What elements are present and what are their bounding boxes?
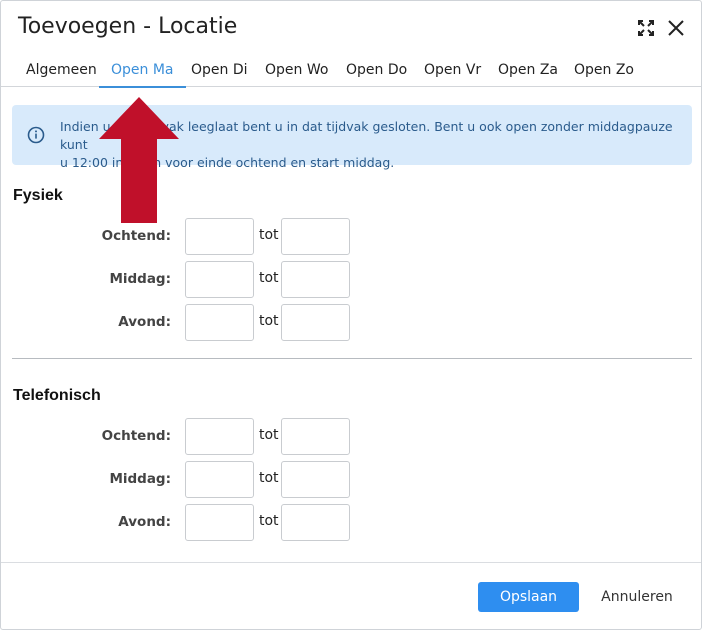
telefonisch-middag-to-input[interactable] <box>281 461 350 498</box>
fysiek-avond-tot: tot <box>259 313 279 329</box>
fysiek-ochtend-label: Ochtend: <box>101 228 171 244</box>
fysiek-middag-from-input[interactable] <box>185 261 254 298</box>
section-divider <box>12 358 692 359</box>
telefonisch-middag-from-input[interactable] <box>185 461 254 498</box>
tab-open-do[interactable]: Open Do <box>346 57 407 87</box>
section-title-telefonisch: Telefonisch <box>13 387 101 404</box>
fysiek-middag-label: Middag: <box>109 271 171 287</box>
telefonisch-avond-to-input[interactable] <box>281 504 350 541</box>
dialog-titlebar: Toevoegen - Locatie <box>1 1 701 55</box>
fysiek-avond-label: Avond: <box>118 314 171 330</box>
telefonisch-middag-tot: tot <box>259 470 279 486</box>
locatie-dialog: Toevoegen - Locatie Algemeen Open Ma Ope… <box>0 0 702 630</box>
fysiek-middag-tot: tot <box>259 270 279 286</box>
annotation-arrow-up-icon <box>99 97 179 223</box>
expand-icon[interactable] <box>635 17 657 39</box>
telefonisch-middag-label: Middag: <box>109 471 171 487</box>
telefonisch-ochtend-to-input[interactable] <box>281 418 350 455</box>
telefonisch-ochtend-tot: tot <box>259 427 279 443</box>
tab-open-ma[interactable]: Open Ma <box>99 57 185 88</box>
fysiek-ochtend-to-input[interactable] <box>281 218 350 255</box>
info-icon <box>27 126 45 144</box>
telefonisch-avond-from-input[interactable] <box>185 504 254 541</box>
section-title-fysiek: Fysiek <box>13 187 63 204</box>
save-button[interactable]: Opslaan <box>478 582 579 612</box>
fysiek-avond-from-input[interactable] <box>185 304 254 341</box>
fysiek-ochtend-tot: tot <box>259 227 279 243</box>
telefonisch-ochtend-label: Ochtend: <box>101 428 171 444</box>
tab-open-vr[interactable]: Open Vr <box>424 57 481 87</box>
tab-open-wo[interactable]: Open Wo <box>265 57 328 87</box>
fysiek-avond-to-input[interactable] <box>281 304 350 341</box>
tab-open-zo[interactable]: Open Zo <box>574 57 634 87</box>
tab-open-za[interactable]: Open Za <box>498 57 558 87</box>
telefonisch-avond-tot: tot <box>259 513 279 529</box>
telefonisch-avond-label: Avond: <box>118 514 171 530</box>
fysiek-middag-to-input[interactable] <box>281 261 350 298</box>
telefonisch-ochtend-from-input[interactable] <box>185 418 254 455</box>
fysiek-ochtend-from-input[interactable] <box>185 218 254 255</box>
close-icon[interactable] <box>665 17 687 39</box>
dialog-title: Toevoegen - Locatie <box>18 14 238 39</box>
tab-bar: Algemeen Open Ma Open Di Open Wo Open Do… <box>1 57 701 88</box>
footer-divider <box>1 562 701 563</box>
cancel-button[interactable]: Annuleren <box>595 582 679 612</box>
tab-open-di[interactable]: Open Di <box>191 57 248 87</box>
tab-algemeen[interactable]: Algemeen <box>26 57 97 87</box>
